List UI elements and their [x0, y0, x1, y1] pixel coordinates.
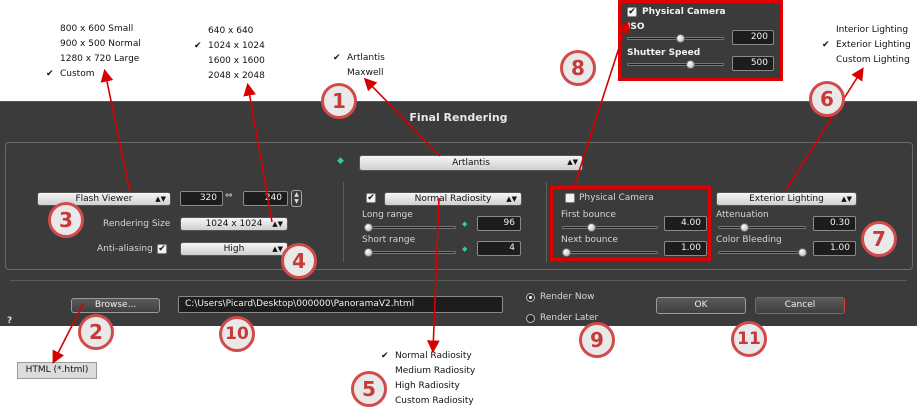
- badge-8: 8: [560, 50, 596, 86]
- arrow-3: [100, 68, 131, 193]
- badge-2: 2: [78, 314, 114, 350]
- arrow-5: [426, 197, 440, 354]
- annotation-arrows: [52, 19, 864, 364]
- arrow-8: [572, 19, 631, 191]
- badge-10: 10: [219, 316, 255, 352]
- badge-1: 1: [321, 83, 357, 119]
- badge-4: 4: [281, 243, 317, 279]
- badge-9: 9: [579, 322, 615, 358]
- badge-11: 11: [731, 321, 767, 357]
- arrow-1: [363, 77, 441, 157]
- badge-3: 3: [48, 202, 84, 238]
- badge-7: 7: [861, 221, 897, 257]
- arrow-4: [243, 82, 273, 223]
- badge-6: 6: [809, 81, 845, 117]
- badge-5: 5: [351, 371, 387, 407]
